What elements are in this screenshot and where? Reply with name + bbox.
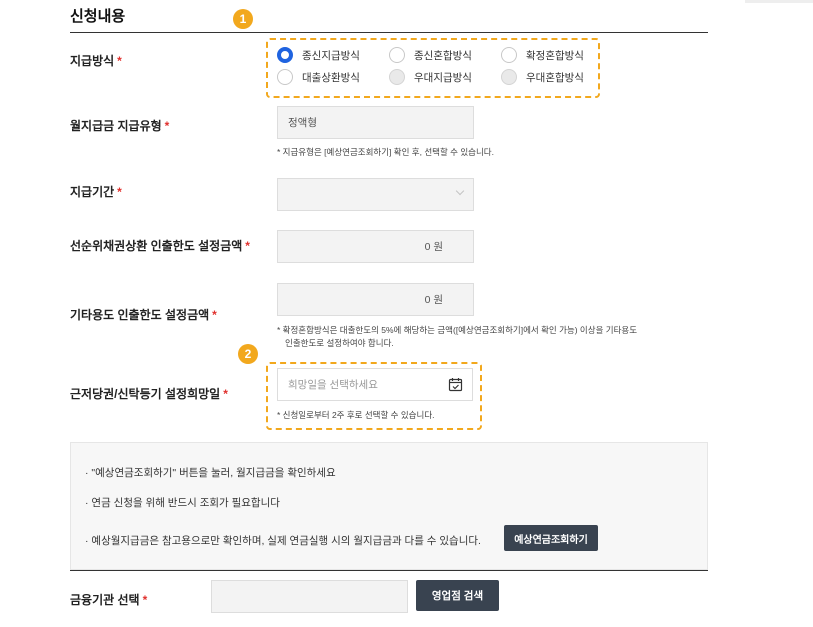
- period-label-text: 지급기간: [70, 185, 115, 199]
- senior-limit-label-text: 선순위채권상환 인출한도 설정금액: [70, 239, 243, 253]
- senior-limit-input[interactable]: 0 원: [277, 230, 474, 263]
- radio-label: 종신지급방식: [302, 49, 360, 62]
- estimate-pension-button[interactable]: 예상연금조회하기: [504, 525, 598, 551]
- required-mark: *: [117, 54, 122, 68]
- mortgage-date-label: 근저당권/신탁등기 설정희망일 *: [70, 385, 228, 402]
- required-mark: *: [245, 239, 250, 253]
- required-mark: *: [164, 119, 170, 133]
- radio-label: 대출상환방식: [302, 71, 360, 84]
- other-limit-label-text: 기타용도 인출한도 설정금액: [70, 308, 210, 322]
- required-mark: *: [117, 185, 122, 199]
- mortgage-date-hint: * 신청일로부터 2주 후로 선택할 수 있습니다.: [277, 410, 435, 420]
- bottom-divider: [70, 570, 708, 571]
- info-line-2: · 연금 신청을 위해 반드시 조회가 필요합니다: [85, 495, 280, 510]
- radio-selected-icon: [277, 47, 293, 63]
- other-limit-hint-line1: * 확정혼합방식은 대출한도의 5%에 해당하는 금액([예상연금조회하기]에서…: [277, 325, 638, 335]
- section-divider: [70, 32, 708, 33]
- info-line-3: · 예상월지급금은 참고용으로만 확인하며, 실제 연금실행 시의 월지급금과 …: [85, 533, 481, 548]
- radio-preferred-payment: 우대지급방식: [389, 69, 472, 85]
- top-right-divider: [745, 0, 813, 3]
- other-limit-hint-line2: 인출한도로 설정하여야 합니다.: [285, 338, 394, 348]
- step-badge-1: 1: [233, 9, 253, 29]
- info-panel: · "예상연금조회하기" 버튼을 눌러, 월지급금을 확인하세요 · 연금 신청…: [70, 442, 708, 570]
- other-limit-value: 0 원: [424, 294, 443, 306]
- mortgage-date-label-text: 근저당권/신탁등기 설정희망일: [70, 387, 221, 401]
- period-select[interactable]: [277, 178, 474, 211]
- senior-limit-value: 0 원: [424, 241, 443, 253]
- required-mark: *: [142, 593, 148, 607]
- other-limit-input[interactable]: 0 원: [277, 283, 474, 316]
- radio-empty-icon: [389, 47, 405, 63]
- mortgage-date-placeholder: 희망일을 선택하세요: [288, 379, 378, 391]
- step-badge-2: 2: [238, 344, 258, 364]
- monthly-type-label-text: 월지급금 지급유형: [70, 119, 162, 133]
- radio-label: 확정혼합방식: [526, 49, 584, 62]
- payment-method-label: 지급방식 *: [70, 52, 122, 69]
- monthly-type-field: 정액형: [277, 106, 474, 139]
- payment-method-label-text: 지급방식: [70, 54, 115, 68]
- calendar-icon[interactable]: [448, 377, 463, 392]
- institution-label: 금융기관 선택 *: [70, 591, 147, 608]
- radio-label: 종신혼합방식: [414, 49, 472, 62]
- radio-empty-icon: [501, 47, 517, 63]
- radio-fixed-mixed[interactable]: 확정혼합방식: [501, 47, 584, 63]
- monthly-type-value: 정액형: [288, 117, 317, 129]
- institution-label-text: 금융기관 선택: [70, 593, 140, 607]
- radio-preferred-mixed: 우대혼합방식: [501, 69, 584, 85]
- radio-loan-repayment[interactable]: 대출상환방식: [277, 69, 360, 85]
- section-title: 신청내용: [70, 8, 126, 25]
- monthly-type-label: 월지급금 지급유형 *: [70, 117, 169, 134]
- institution-field: [211, 580, 408, 613]
- radio-disabled-icon: [501, 69, 517, 85]
- monthly-type-hint: * 지급유형은 [예상연금조회하기] 확인 후, 선택할 수 있습니다.: [277, 147, 494, 157]
- branch-search-button[interactable]: 영업점 검색: [416, 580, 499, 611]
- bullet: ·: [85, 497, 89, 509]
- senior-limit-label: 선순위채권상환 인출한도 설정금액 *: [70, 237, 250, 254]
- info-line-1: · "예상연금조회하기" 버튼을 눌러, 월지급금을 확인하세요: [85, 465, 336, 480]
- radio-label: 우대지급방식: [414, 71, 472, 84]
- mortgage-date-input[interactable]: 희망일을 선택하세요: [277, 368, 473, 401]
- radio-lifetime-payment[interactable]: 종신지급방식: [277, 47, 360, 63]
- info-text-2: 연금 신청을 위해 반드시 조회가 필요합니다: [91, 497, 280, 509]
- info-text-1: "예상연금조회하기" 버튼을 눌러, 월지급금을 확인하세요: [91, 467, 336, 479]
- radio-disabled-icon: [389, 69, 405, 85]
- required-mark: *: [223, 387, 228, 401]
- period-label: 지급기간 *: [70, 183, 122, 200]
- radio-lifetime-mixed[interactable]: 종신혼합방식: [389, 47, 472, 63]
- radio-empty-icon: [277, 69, 293, 85]
- other-limit-label: 기타용도 인출한도 설정금액 *: [70, 306, 217, 323]
- radio-label: 우대혼합방식: [526, 71, 584, 84]
- chevron-down-icon: [455, 186, 465, 196]
- required-mark: *: [212, 308, 217, 322]
- info-text-3: 예상월지급금은 참고용으로만 확인하며, 실제 연금실행 시의 월지급금과 다를…: [91, 535, 481, 547]
- bullet: ·: [85, 535, 89, 547]
- bullet: ·: [85, 467, 89, 479]
